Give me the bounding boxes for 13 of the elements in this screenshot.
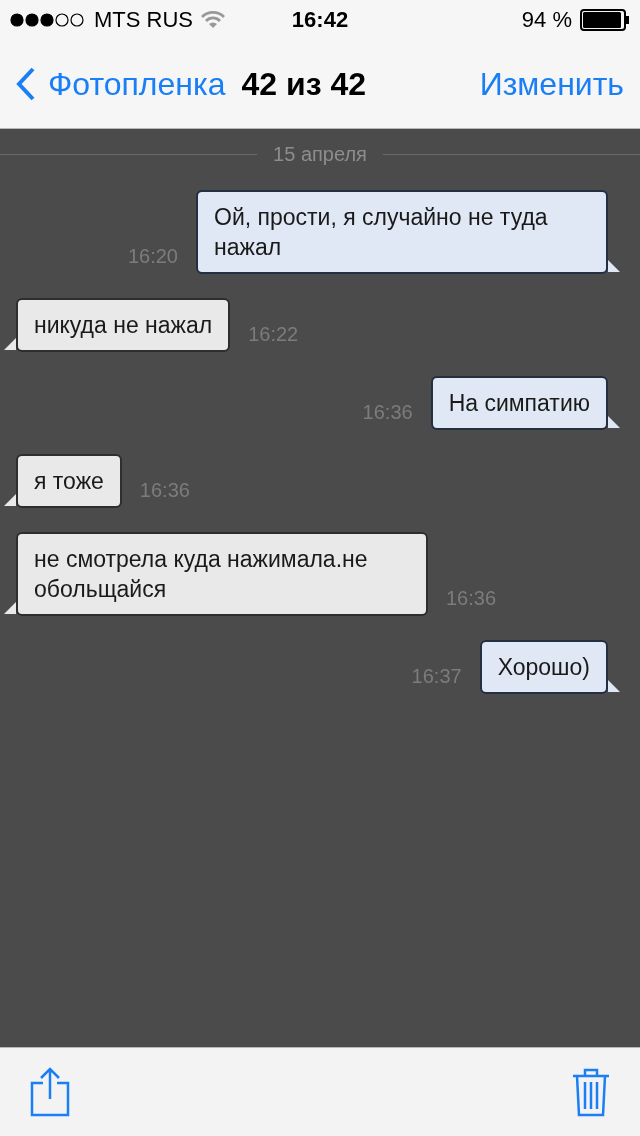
edit-button[interactable]: Изменить bbox=[479, 65, 624, 103]
carrier-name: MTS RUS bbox=[94, 7, 193, 33]
clock: 16:42 bbox=[291, 7, 349, 33]
nav-title: 42 из 42 bbox=[241, 65, 368, 103]
back-button[interactable]: Фотопленка bbox=[16, 65, 226, 103]
chevron-icon bbox=[16, 67, 36, 101]
battery-percent: 94 % bbox=[521, 7, 572, 33]
battery-icon bbox=[580, 9, 630, 31]
share-button[interactable] bbox=[30, 1067, 70, 1117]
date-divider: 15 апреля bbox=[273, 143, 367, 166]
wifi-icon bbox=[201, 11, 225, 29]
signal-icon bbox=[10, 13, 86, 27]
trash-button[interactable] bbox=[572, 1067, 610, 1117]
